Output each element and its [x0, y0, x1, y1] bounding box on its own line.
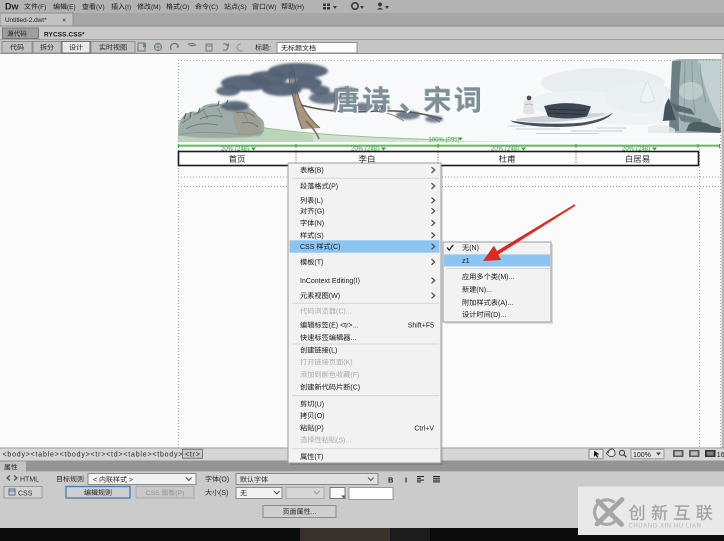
- svg-text:CSS: CSS: [146, 490, 162, 497]
- svg-text:(C)...: (C)...: [336, 309, 352, 316]
- svg-text:<: <: [93, 477, 99, 484]
- svg-text:(W): (W): [266, 4, 276, 11]
- svg-text:I: I: [405, 476, 407, 485]
- svg-text:(G): (G): [314, 209, 324, 216]
- svg-text:(V): (V): [96, 4, 105, 11]
- svg-text:(F): (F): [38, 4, 46, 11]
- svg-text:(M): (M): [151, 4, 161, 11]
- svg-text:(L): (L): [329, 348, 338, 355]
- svg-text:B: B: [388, 476, 394, 485]
- svg-text:(E): (E): [67, 4, 76, 11]
- svg-text:...: ...: [311, 509, 317, 516]
- svg-text:(S): (S): [314, 233, 323, 240]
- svg-text:(C): (C): [350, 385, 360, 392]
- svg-text:Shift+F5: Shift+F5: [408, 323, 434, 330]
- svg-text:(K): (K): [343, 360, 352, 367]
- svg-text:Dw: Dw: [5, 2, 19, 12]
- svg-text:(M)...: (M)...: [498, 274, 514, 281]
- svg-text:InContext Editing(I): InContext Editing(I): [300, 278, 360, 285]
- svg-text:(O): (O): [219, 477, 229, 484]
- svg-text:...: ...: [350, 335, 356, 342]
- svg-text:>: >: [127, 477, 133, 484]
- svg-text:CSS: CSS: [300, 244, 316, 251]
- svg-text:(N)...: (N)...: [476, 287, 492, 294]
- svg-text:(W): (W): [329, 293, 340, 300]
- svg-text:(O): (O): [180, 4, 189, 11]
- svg-text:(D)...: (D)...: [491, 312, 507, 319]
- svg-text:×: ×: [62, 16, 66, 25]
- svg-text:(S)...: (S)...: [336, 437, 351, 444]
- svg-text:CSS: CSS: [18, 491, 33, 498]
- svg-text:(T): (T): [314, 260, 323, 267]
- svg-text:(I): (I): [125, 4, 131, 11]
- svg-text:(A)...: (A)...: [498, 300, 513, 307]
- svg-text:(E) <tr>...: (E) <tr>...: [329, 323, 359, 330]
- svg-text:(U): (U): [314, 401, 324, 408]
- svg-text:RYCSS.CSS*: RYCSS.CSS*: [44, 32, 85, 39]
- svg-text:z1: z1: [462, 256, 470, 265]
- svg-text:CHUANG XIN HU LIAN: CHUANG XIN HU LIAN: [629, 524, 702, 530]
- svg-text:100% (995): 100% (995): [428, 138, 459, 144]
- svg-text::: :: [269, 45, 271, 52]
- svg-text:(F): (F): [350, 372, 359, 379]
- svg-text:HTML: HTML: [20, 477, 39, 484]
- svg-text:(C): (C): [209, 4, 218, 11]
- svg-text:<body><table><tbody><tr><td><t: <body><table><tbody><tr><td><table><tbod…: [3, 452, 184, 459]
- svg-text:Untitled-2.dwt*: Untitled-2.dwt*: [5, 17, 47, 24]
- svg-text:(S): (S): [219, 490, 228, 497]
- svg-text:(H): (H): [295, 4, 304, 11]
- svg-text:(T): (T): [314, 454, 323, 461]
- svg-text:(P): (P): [175, 490, 184, 497]
- svg-text:100%: 100%: [633, 452, 651, 459]
- svg-text:168: 168: [717, 452, 724, 459]
- svg-text:(C): (C): [331, 244, 341, 251]
- svg-text:(S): (S): [238, 4, 247, 11]
- svg-text:<tr>: <tr>: [185, 452, 201, 459]
- svg-text:(B): (B): [314, 168, 323, 175]
- svg-text:(N): (N): [314, 221, 324, 228]
- svg-text:(L): (L): [314, 198, 323, 205]
- svg-text:(P): (P): [329, 184, 338, 191]
- svg-text:(N): (N): [469, 245, 479, 252]
- svg-text:(O): (O): [314, 413, 324, 420]
- svg-text:Ctrl+V: Ctrl+V: [414, 425, 434, 432]
- svg-text:(P): (P): [314, 425, 323, 432]
